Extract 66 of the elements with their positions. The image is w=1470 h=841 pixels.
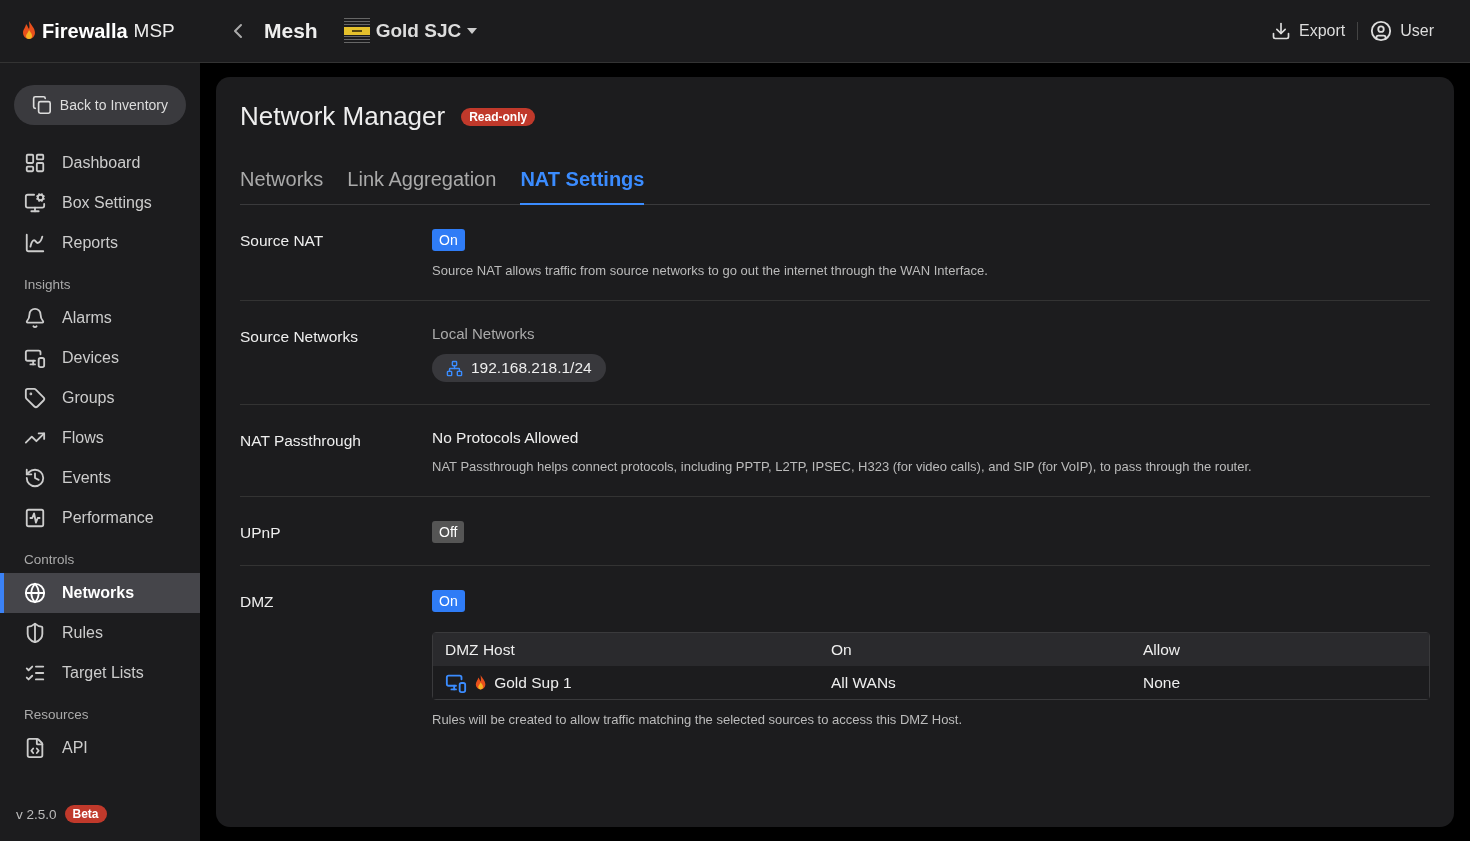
read-only-badge: Read-only xyxy=(461,107,536,126)
page-title: Network Manager xyxy=(240,101,446,132)
setting-label: NAT Passthrough xyxy=(240,431,362,451)
reports-icon xyxy=(24,232,46,254)
setting-label: Source NAT xyxy=(240,231,325,251)
nav-item[interactable]: Target Lists xyxy=(0,653,200,693)
caret-icon[interactable] xyxy=(467,28,478,34)
setting-label: Source Networks xyxy=(240,327,359,347)
table-cell-text: None xyxy=(1143,673,1182,692)
globe-icon xyxy=(24,582,46,604)
nav-item[interactable]: Performance xyxy=(0,498,200,538)
tab[interactable]: Link Aggregation xyxy=(347,168,497,205)
devices-icon xyxy=(24,347,46,369)
bell-icon xyxy=(24,307,46,329)
table-cell: Gold Sup 1 xyxy=(494,673,572,692)
tab[interactable]: Networks xyxy=(240,168,324,205)
section-title: Insights xyxy=(23,276,72,294)
tag-icon xyxy=(24,387,46,409)
section-title: Resources xyxy=(23,706,90,724)
box-selector[interactable]: Gold SJC xyxy=(375,20,462,42)
shield-icon xyxy=(24,622,46,644)
toggle-switch[interactable]: On xyxy=(432,229,465,251)
beta-badge: Beta xyxy=(64,805,107,823)
nav-item[interactable]: Networks xyxy=(0,573,200,613)
back-button[interactable]: Back to Inventory xyxy=(14,85,186,125)
flame-icon xyxy=(475,674,487,691)
flame-icon xyxy=(22,21,36,41)
nav-item[interactable]: Reports xyxy=(0,223,200,263)
brand-suffix: MSP xyxy=(133,20,175,42)
help-text: Rules will be created to allow traffic matching the selected sources to access this DMZ Host. xyxy=(432,712,963,727)
nav-item[interactable]: Events xyxy=(0,458,200,498)
network-chip[interactable]: 192.168.218.1/24 xyxy=(432,354,606,382)
setting-value: No Protocols Allowed xyxy=(432,429,579,447)
tab[interactable]: NAT Settings xyxy=(520,168,645,205)
field-caption: Local Networks xyxy=(432,325,535,342)
page-heading: Mesh xyxy=(264,19,318,43)
nav-item[interactable]: Box Settings xyxy=(0,183,200,223)
column-header: DMZ Host xyxy=(445,640,516,659)
nav-item[interactable]: Dashboard xyxy=(0,143,200,183)
brand-name: Firewalla xyxy=(42,19,128,43)
setting-label: UPnP xyxy=(240,523,282,543)
column-header: Allow xyxy=(1143,640,1182,659)
toggle-switch[interactable]: On xyxy=(432,590,465,612)
history-icon xyxy=(24,467,46,489)
download-icon xyxy=(1270,21,1291,41)
table-cell-text: All WANs xyxy=(831,673,897,692)
export-button[interactable]: Export xyxy=(1258,21,1358,41)
nav-item[interactable]: Flows xyxy=(0,418,200,458)
dashboard-icon xyxy=(24,152,46,174)
nav-item[interactable]: Rules xyxy=(0,613,200,653)
copy-icon xyxy=(32,95,52,115)
user-button[interactable]: User xyxy=(1358,20,1446,42)
help-text: NAT Passthrough helps connect protocols, including PPTP, L2TP, IPSEC, H323 (for video calls), and SIP (for VoIP), to pass through the router. xyxy=(432,459,1252,474)
setting-label: DMZ xyxy=(240,592,275,612)
nav-item[interactable]: Alarms xyxy=(0,298,200,338)
user-icon xyxy=(1370,20,1393,42)
column-header: On xyxy=(831,640,853,659)
nav-item[interactable]: Devices xyxy=(0,338,200,378)
nav-item[interactable]: API xyxy=(0,728,200,768)
network-icon xyxy=(446,359,463,377)
toggle-switch[interactable]: Off xyxy=(432,521,465,543)
help-text: Source NAT allows traffic from source networks to go out the internet through the WAN Interface. xyxy=(432,263,988,278)
version-text: v 2.5.0 xyxy=(16,806,57,822)
nav-item[interactable]: Groups xyxy=(0,378,200,418)
device-icon xyxy=(343,17,370,45)
section-title: Controls xyxy=(23,551,76,569)
